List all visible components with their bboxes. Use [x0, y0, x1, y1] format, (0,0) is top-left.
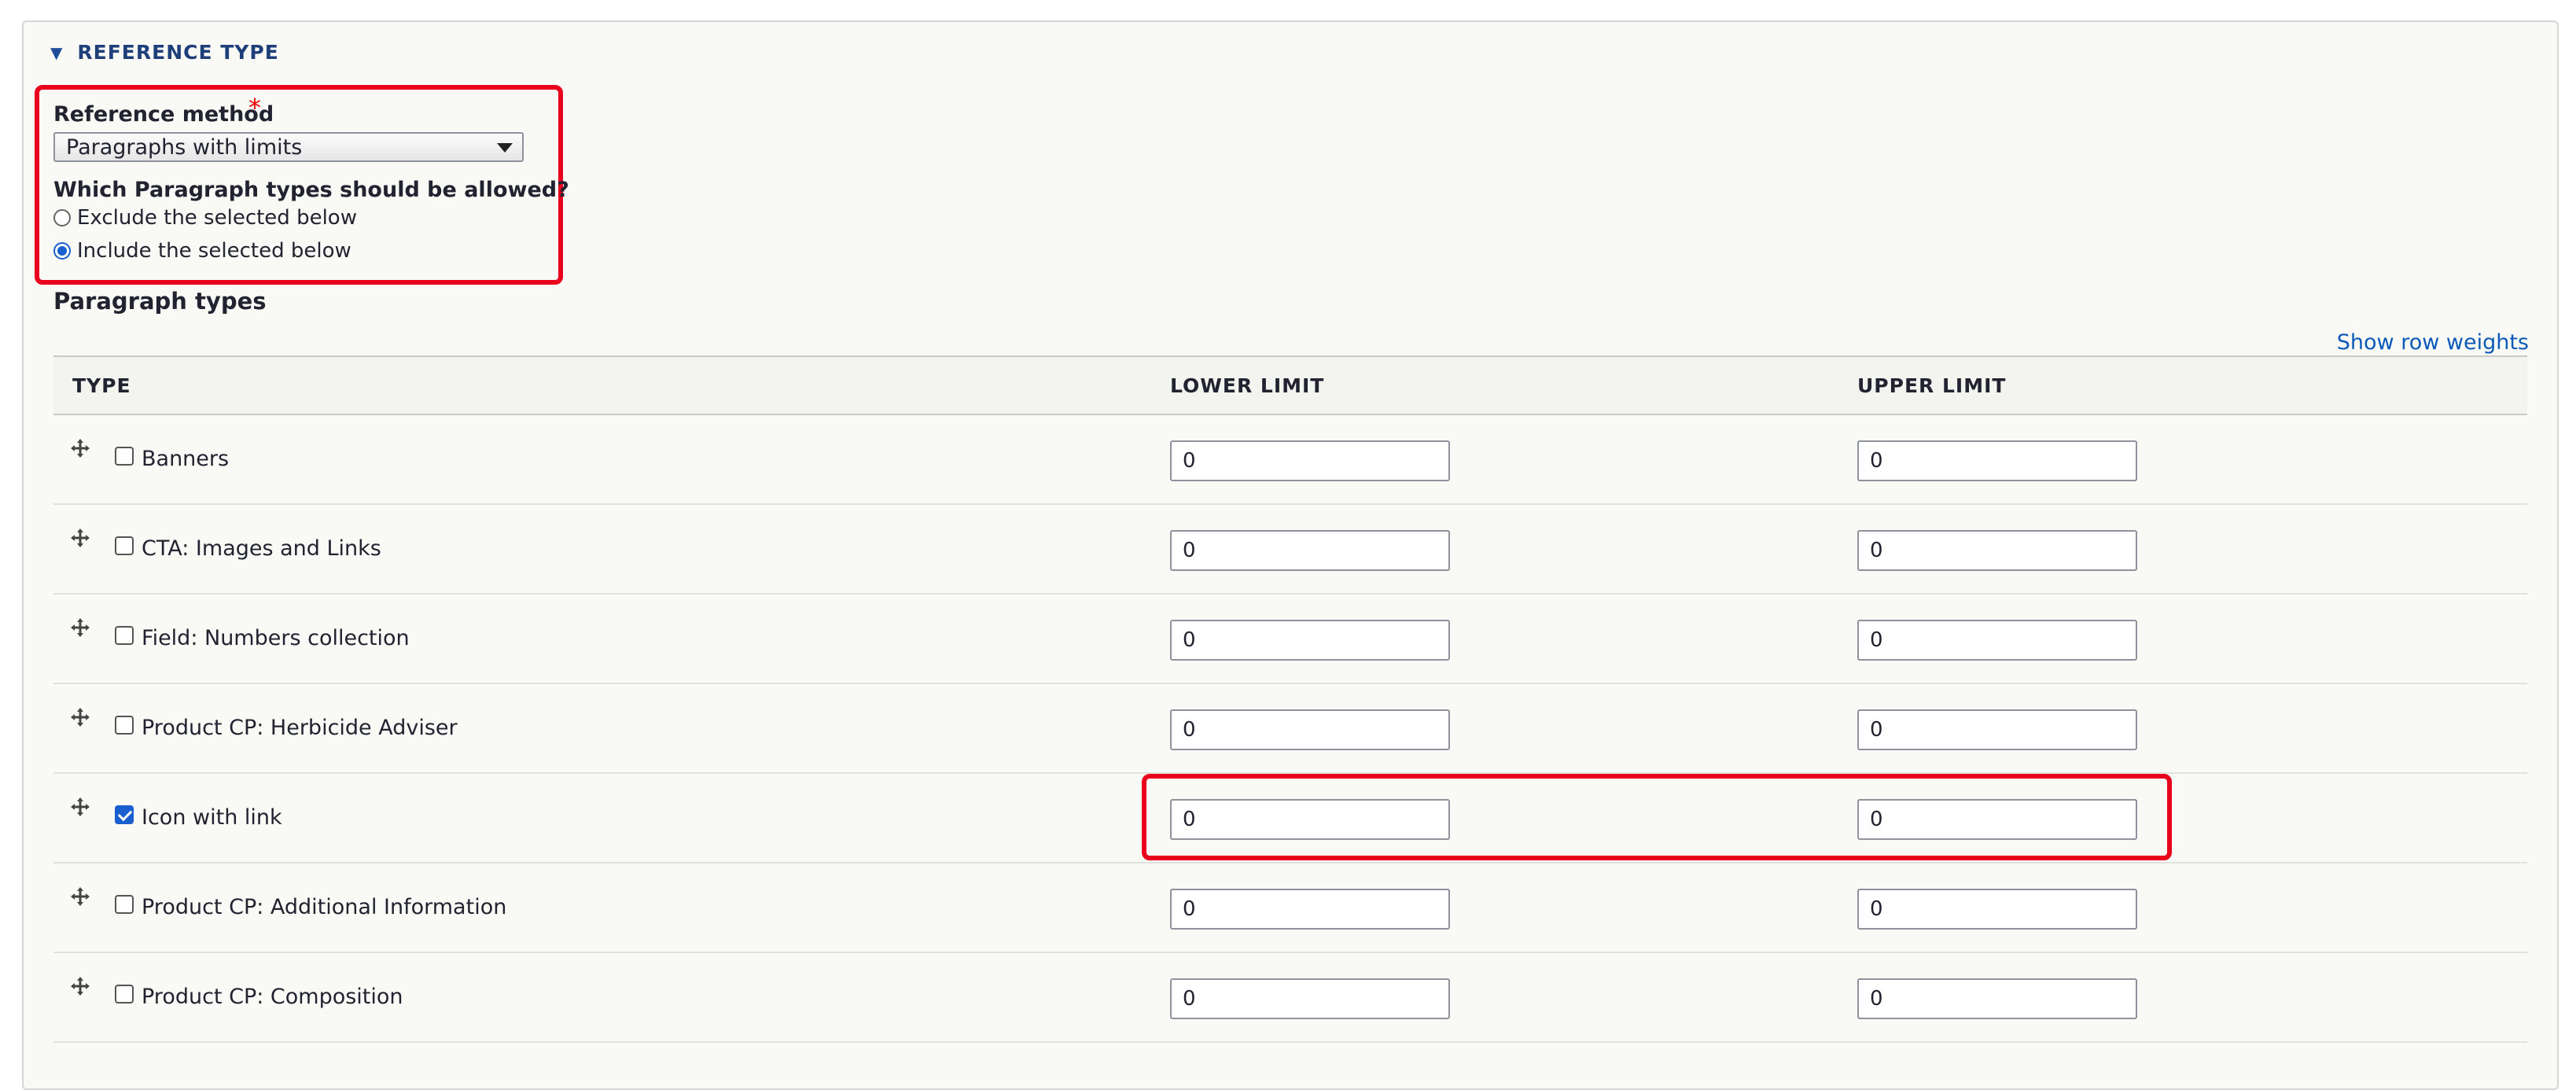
- dropdown-arrow-icon: [497, 143, 513, 153]
- row-checkbox[interactable]: [115, 895, 134, 914]
- lower-limit-input[interactable]: 0: [1170, 620, 1450, 661]
- drag-handle-icon[interactable]: [69, 617, 91, 639]
- lower-limit-input[interactable]: 0: [1170, 709, 1450, 750]
- lower-limit-input[interactable]: 0: [1170, 440, 1450, 481]
- reference-type-summary[interactable]: ▼ REFERENCE TYPE: [50, 41, 279, 64]
- upper-limit-input[interactable]: 0: [1857, 530, 2137, 571]
- drag-handle-icon[interactable]: [69, 886, 91, 908]
- drag-handle-icon[interactable]: [69, 527, 91, 549]
- row-checkbox[interactable]: [115, 626, 134, 645]
- required-marker: *: [248, 93, 261, 123]
- drag-handle-icon[interactable]: [69, 796, 91, 818]
- row-type-label: Icon with link: [142, 805, 282, 830]
- allowed-types-question: Which Paragraph types should be allowed?: [53, 178, 569, 202]
- table-row: Icon with link 0 0: [53, 774, 2527, 864]
- paragraph-types-table: TYPE LOWER LIMIT UPPER LIMIT Banners 0 0…: [53, 355, 2527, 1043]
- row-checkbox[interactable]: [115, 985, 134, 1003]
- show-row-weights-link[interactable]: Show row weights: [2337, 330, 2529, 355]
- row-type-label: Product CP: Herbicide Adviser: [142, 716, 458, 740]
- paragraph-types-title: Paragraph types: [53, 288, 267, 315]
- table-row: Banners 0 0: [53, 415, 2527, 505]
- drag-handle-icon[interactable]: [69, 437, 91, 459]
- row-checkbox[interactable]: [115, 716, 134, 735]
- upper-limit-input[interactable]: 0: [1857, 440, 2137, 481]
- row-type-label: Product CP: Composition: [142, 985, 403, 1009]
- table-row: Field: Numbers collection 0 0: [53, 595, 2527, 684]
- row-type-label: Field: Numbers collection: [142, 626, 410, 650]
- row-type-label: Product CP: Additional Information: [142, 895, 507, 919]
- row-type-label: Banners: [142, 447, 230, 471]
- radio-exclude-label: Exclude the selected below: [77, 206, 357, 230]
- lower-limit-input[interactable]: 0: [1170, 530, 1450, 571]
- radio-include[interactable]: Include the selected below: [53, 239, 351, 263]
- radio-include-label: Include the selected below: [77, 239, 351, 263]
- drag-handle-icon[interactable]: [69, 975, 91, 997]
- upper-limit-input[interactable]: 0: [1857, 799, 2137, 840]
- column-header-type: TYPE: [72, 374, 131, 397]
- radio-button[interactable]: [53, 209, 71, 226]
- drag-handle-icon[interactable]: [69, 706, 91, 728]
- table-header: TYPE LOWER LIMIT UPPER LIMIT: [53, 355, 2527, 415]
- radio-exclude[interactable]: Exclude the selected below: [53, 206, 357, 230]
- row-checkbox[interactable]: [115, 447, 134, 466]
- upper-limit-input[interactable]: 0: [1857, 889, 2137, 930]
- row-type-label: CTA: Images and Links: [142, 536, 381, 561]
- column-header-upper-limit: UPPER LIMIT: [1857, 374, 2007, 397]
- table-row: Product CP: Herbicide Adviser 0 0: [53, 684, 2527, 774]
- reference-method-label: Reference method: [53, 102, 274, 127]
- upper-limit-input[interactable]: 0: [1857, 978, 2137, 1019]
- upper-limit-input[interactable]: 0: [1857, 620, 2137, 661]
- row-checkbox-checked[interactable]: [115, 805, 134, 824]
- upper-limit-input[interactable]: 0: [1857, 709, 2137, 750]
- lower-limit-input[interactable]: 0: [1170, 978, 1450, 1019]
- reference-method-selected-value: Paragraphs with limits: [66, 134, 303, 160]
- column-header-lower-limit: LOWER LIMIT: [1170, 374, 1325, 397]
- table-row: Product CP: Additional Information 0 0: [53, 864, 2527, 953]
- lower-limit-input[interactable]: 0: [1170, 799, 1450, 840]
- table-row: Product CP: Composition 0 0: [53, 953, 2527, 1043]
- radio-button-selected[interactable]: [53, 242, 71, 260]
- table-row: CTA: Images and Links 0 0: [53, 505, 2527, 595]
- triangle-down-icon: ▼: [50, 42, 64, 62]
- lower-limit-input[interactable]: 0: [1170, 889, 1450, 930]
- reference-method-select[interactable]: Paragraphs with limits: [53, 132, 524, 162]
- row-checkbox[interactable]: [115, 536, 134, 555]
